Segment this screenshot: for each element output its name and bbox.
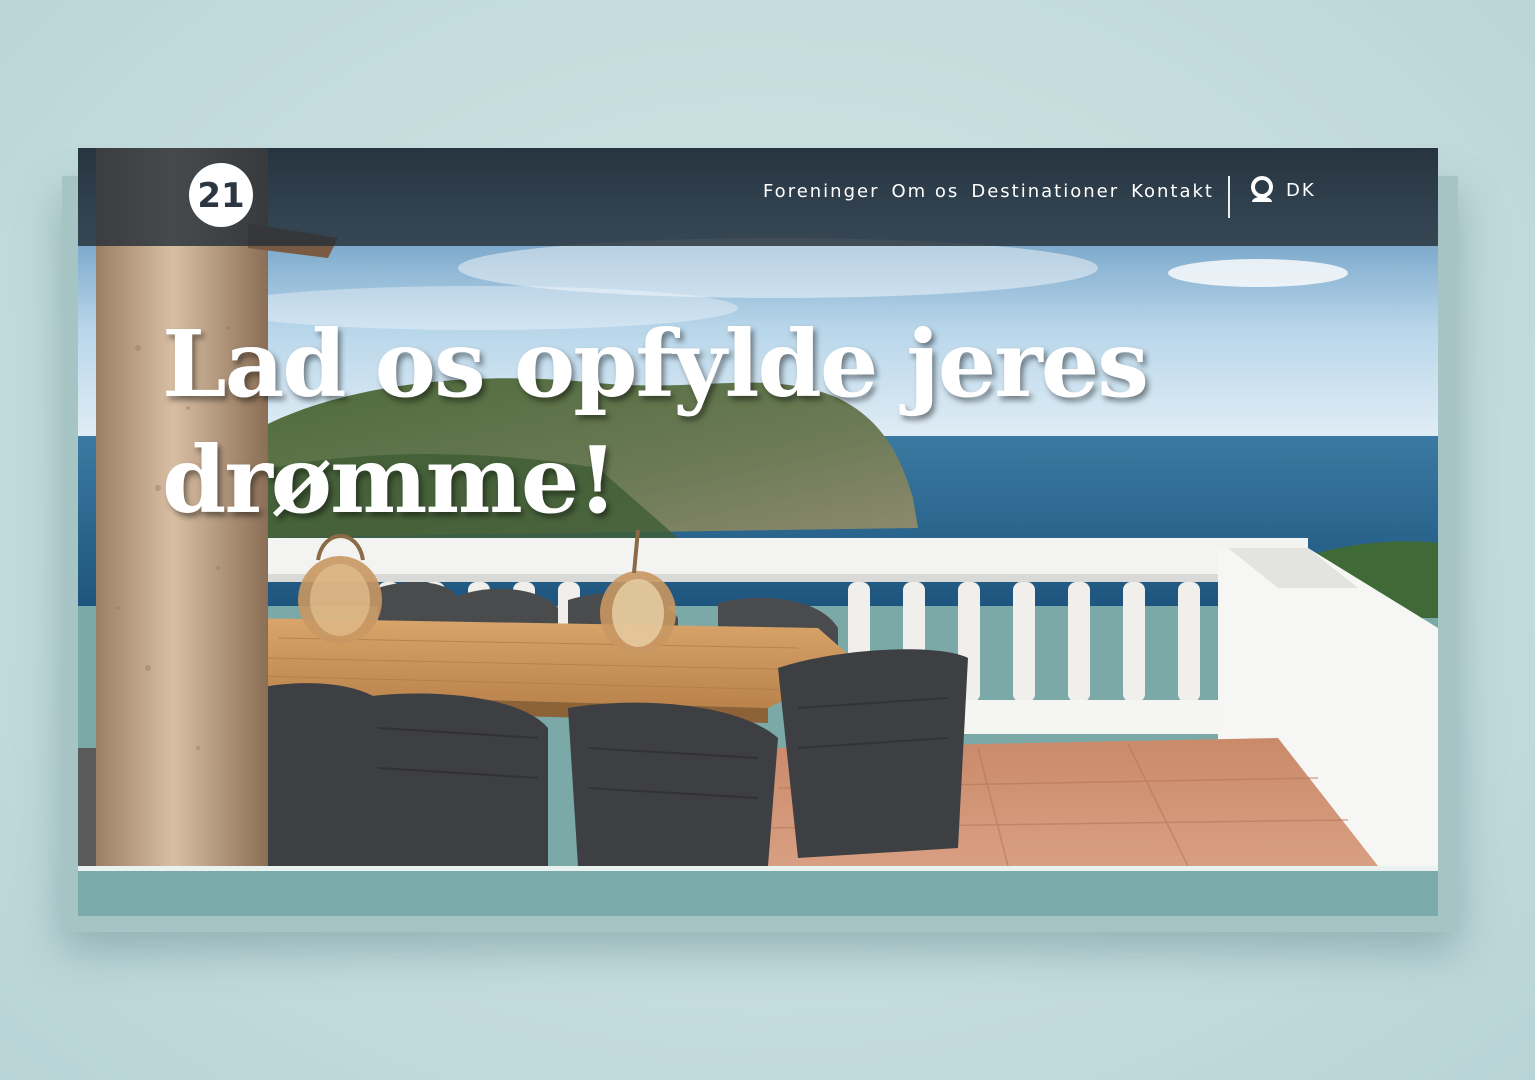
user-icon[interactable] — [1248, 176, 1276, 204]
nav-link-foreninger[interactable]: Foreninger — [763, 181, 880, 202]
logo-icon[interactable]: 21 — [186, 160, 256, 230]
logo-text: 21 — [197, 176, 244, 216]
presentation-background: 21 Foreninger Om os Destinationer Kontak… — [0, 0, 1535, 1080]
hero-headline: Lad os opfylde jeres drømme! — [162, 310, 1149, 534]
bottom-strip — [78, 866, 1438, 916]
nav-link-destinationer[interactable]: Destinationer — [971, 181, 1119, 202]
nav-divider — [1228, 176, 1230, 218]
nav-link-om-os[interactable]: Om os — [892, 181, 960, 202]
top-navbar: 21 Foreninger Om os Destinationer Kontak… — [78, 148, 1438, 246]
language-selector[interactable]: DK — [1286, 180, 1316, 201]
main-nav: Foreninger Om os Destinationer Kontakt — [763, 181, 1214, 202]
nav-link-kontakt[interactable]: Kontakt — [1131, 181, 1214, 202]
website-screen: 21 Foreninger Om os Destinationer Kontak… — [78, 148, 1438, 916]
account-language-button[interactable]: DK — [1248, 176, 1316, 204]
